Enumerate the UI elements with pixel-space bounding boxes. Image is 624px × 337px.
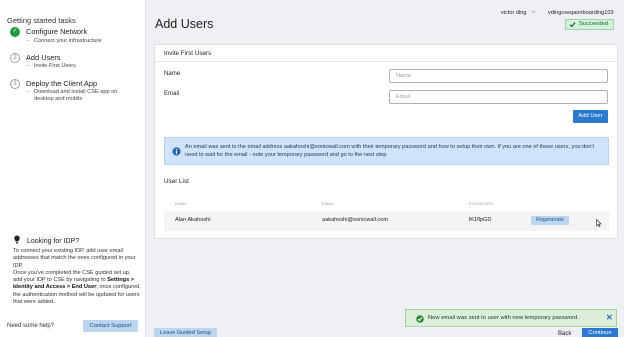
name-label: Name bbox=[164, 70, 181, 77]
sidebar-footer: Need some help? Contact Support bbox=[0, 317, 146, 337]
toast-notification: New email was sent to user with new temp… bbox=[405, 309, 617, 327]
invite-users-card: Invite First Users Name Name Email Email… bbox=[154, 44, 618, 239]
email-label: Email bbox=[164, 90, 180, 97]
back-button[interactable]: Back bbox=[558, 331, 571, 337]
sidebar: Getting started tasks ✓ Configure Networ… bbox=[0, 0, 146, 337]
step-subtitle: Download and install CSE app on desktop … bbox=[34, 89, 118, 102]
divider bbox=[155, 61, 617, 62]
need-help-text: Need some help? bbox=[7, 323, 55, 329]
column-header-name: NAME bbox=[175, 202, 188, 206]
page-title: Add Users bbox=[155, 17, 214, 31]
mouse-cursor-icon bbox=[596, 219, 602, 227]
info-icon bbox=[172, 147, 181, 156]
org-name: vdingcseqaonboarding103 bbox=[548, 10, 614, 16]
user-list-title: User List bbox=[164, 178, 189, 185]
user-password-cell: lK1flpGD bbox=[469, 217, 492, 223]
step-number-badge: 2 bbox=[10, 53, 20, 63]
card-title: Invite First Users bbox=[164, 50, 212, 57]
idp-help-box: Looking for IDP? To connect your existin… bbox=[6, 230, 141, 306]
step-subtitle: Connect your infrastructure bbox=[34, 38, 102, 44]
dash: – bbox=[26, 89, 30, 95]
add-user-button[interactable]: Add User bbox=[573, 110, 608, 123]
close-icon[interactable]: ✕ bbox=[606, 313, 613, 322]
step-subtitle: Invite First Users bbox=[34, 63, 76, 69]
status-text: Succeeded bbox=[579, 21, 609, 27]
check-circle-icon: ✓ bbox=[10, 27, 20, 37]
step-number-badge: 3 bbox=[10, 79, 20, 89]
idp-body: To connect your existing IDP, add user e… bbox=[13, 248, 141, 306]
idp-text: To connect your existing IDP, add user e… bbox=[13, 248, 136, 269]
user-name[interactable]: victor ding bbox=[501, 10, 527, 16]
continue-button[interactable]: Continue bbox=[582, 328, 618, 337]
sidebar-title: Getting started tasks bbox=[7, 16, 76, 25]
toast-message: New email was sent to user with new temp… bbox=[428, 315, 579, 321]
column-header-password: PASSWORD bbox=[469, 202, 494, 206]
user-email-cell: aakahoshi@sonicwall.com bbox=[322, 217, 388, 223]
step-title: Deploy the Client App bbox=[26, 79, 98, 88]
user-name-cell: Alan Akahoshi bbox=[175, 217, 211, 223]
step-title: Configure Network bbox=[26, 27, 88, 36]
chevron-down-icon[interactable]: ⌵ bbox=[531, 9, 536, 16]
check-circle-icon bbox=[416, 315, 424, 323]
dash: – bbox=[26, 63, 30, 69]
step-title: Add Users bbox=[26, 53, 61, 62]
name-input[interactable]: Name bbox=[389, 69, 608, 83]
email-input[interactable]: Email bbox=[389, 90, 608, 104]
dash: – bbox=[26, 38, 30, 44]
leave-guided-setup-button[interactable]: Leave Guided Setup bbox=[154, 328, 217, 337]
idp-title: Looking for IDP? bbox=[27, 238, 80, 245]
info-message: An email was sent to the email address a… bbox=[185, 144, 595, 158]
contact-support-button[interactable]: Contact Support bbox=[83, 320, 138, 332]
idp-heading: Looking for IDP? bbox=[13, 235, 79, 245]
regenerate-button[interactable]: Regenerate bbox=[531, 216, 569, 225]
info-banner: An email was sent to the email address a… bbox=[164, 137, 609, 165]
status-badge: Succeeded bbox=[565, 19, 614, 30]
check-icon bbox=[569, 22, 576, 28]
column-header-email: EMAIL bbox=[322, 202, 335, 206]
lightbulb-icon bbox=[14, 235, 20, 244]
